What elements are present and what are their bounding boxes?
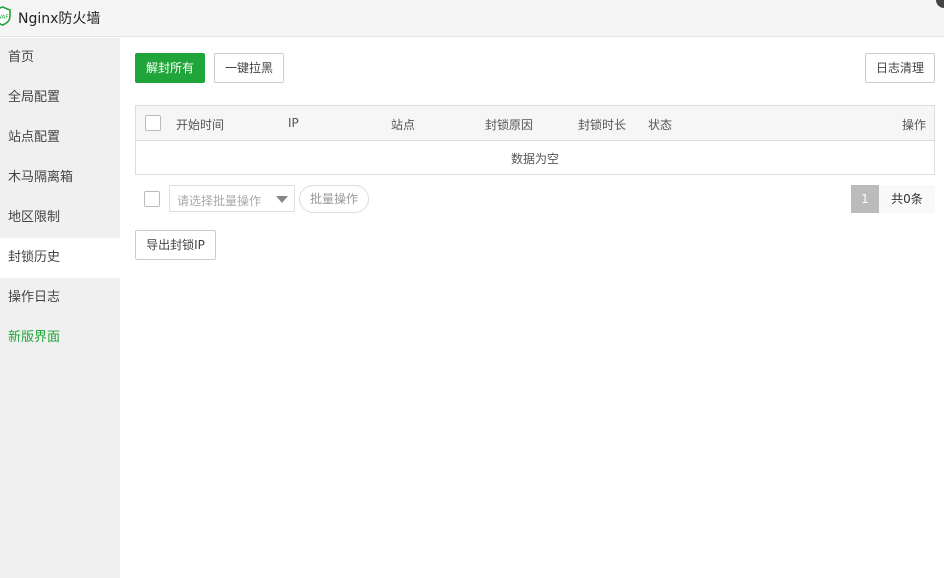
sidebar-item-block-history[interactable]: 封锁历史	[0, 238, 120, 278]
batch-select-checkbox[interactable]	[144, 191, 160, 207]
block-history-table: 开始时间 IP 站点 封锁原因 封锁时长 状态 操作 数据为空	[135, 105, 935, 175]
empty-state-text: 数据为空	[510, 152, 559, 166]
batch-operation-select[interactable]: 请选择批量操作	[169, 185, 295, 212]
clear-logs-button[interactable]: 日志清理	[865, 53, 935, 83]
sidebar-item-global-config[interactable]: 全局配置	[0, 78, 120, 118]
sidebar-item-site-config[interactable]: 站点配置	[0, 118, 120, 158]
column-start-time: 开始时间	[176, 118, 225, 132]
svg-text:WAF: WAF	[0, 15, 9, 21]
column-ip: IP	[288, 116, 299, 130]
column-status: 状态	[648, 118, 673, 132]
batch-operation-button[interactable]: 批量操作	[299, 185, 369, 213]
table-header: 开始时间 IP 站点 封锁原因 封锁时长 状态 操作	[136, 106, 934, 141]
waf-shield-icon: WAF	[0, 6, 11, 26]
column-site: 站点	[391, 118, 416, 132]
sidebar-item-new-ui[interactable]: 新版界面	[0, 318, 120, 358]
select-all-checkbox[interactable]	[145, 115, 161, 131]
title-bar: WAF Nginx防火墙	[0, 0, 944, 37]
sidebar-item-trojan-quarantine[interactable]: 木马隔离箱	[0, 158, 120, 198]
close-icon[interactable]	[936, 0, 944, 8]
sidebar-item-home[interactable]: 首页	[0, 38, 120, 78]
total-count: 共0条	[879, 185, 935, 213]
page-number[interactable]: 1	[851, 185, 879, 213]
blacklist-button[interactable]: 一键拉黑	[214, 53, 284, 83]
column-block-reason: 封锁原因	[485, 118, 534, 132]
export-blocked-ip-button[interactable]: 导出封锁IP	[135, 230, 216, 260]
column-block-duration: 封锁时长	[578, 118, 627, 132]
column-actions: 操作	[902, 118, 927, 132]
sidebar: 首页 全局配置 站点配置 木马隔离箱 地区限制 封锁历史 操作日志 新版界面	[0, 38, 120, 578]
sidebar-item-operation-log[interactable]: 操作日志	[0, 278, 120, 318]
batch-select-placeholder: 请选择批量操作	[177, 194, 262, 208]
chevron-down-icon	[276, 196, 288, 203]
sidebar-item-region-limit[interactable]: 地区限制	[0, 198, 120, 238]
app-title: Nginx防火墙	[18, 11, 101, 27]
unblock-all-button[interactable]: 解封所有	[135, 53, 205, 83]
